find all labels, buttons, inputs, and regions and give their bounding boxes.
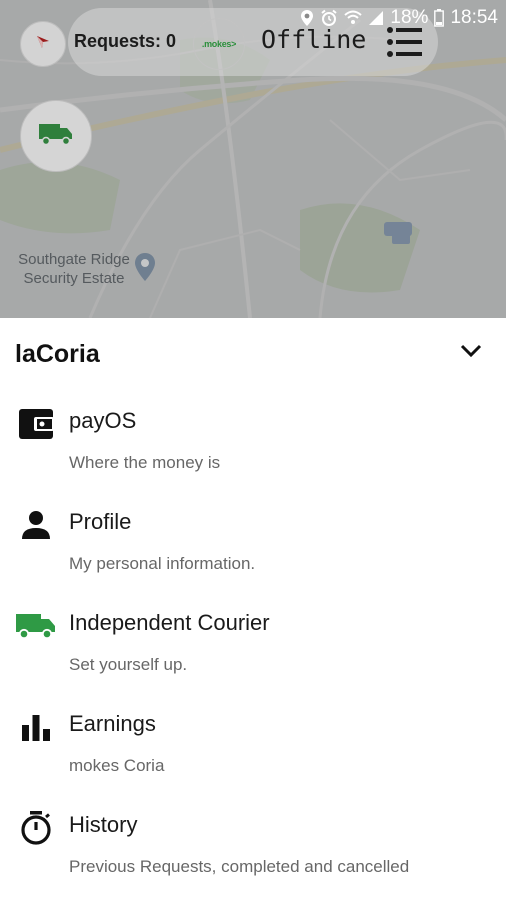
- menu-item-title: History: [69, 812, 138, 837]
- sheet-title: laCoria: [15, 340, 100, 368]
- menu-item-title: payOS: [69, 408, 137, 433]
- compass-icon: [32, 31, 54, 58]
- menu-item-payos[interactable]: payOS Where the money is: [0, 404, 506, 504]
- bottom-sheet-menu: laCoria payOS Where the money is Profile…: [0, 318, 506, 900]
- location-icon: [300, 9, 314, 27]
- menu-item-subtitle: Set yourself up.: [69, 655, 188, 674]
- battery-icon: [434, 9, 445, 27]
- bar-chart-icon: [16, 707, 56, 747]
- truck-icon: [16, 606, 56, 646]
- menu-item-subtitle: Previous Requests, completed and cancell…: [69, 857, 410, 876]
- mokes-logo: .mokes>: [193, 18, 245, 70]
- menu-item-subtitle: My personal information.: [69, 554, 256, 573]
- menu-button[interactable]: [386, 26, 422, 63]
- stopwatch-icon: [16, 808, 56, 848]
- menu-item-title: Profile: [69, 509, 132, 534]
- alarm-icon: [320, 9, 338, 27]
- wifi-icon: [344, 10, 363, 26]
- battery-percent: 18%: [390, 7, 429, 28]
- menu-item-subtitle: Where the money is: [69, 453, 221, 472]
- clock: 18:54: [450, 7, 498, 28]
- menu-item-title: Independent Courier: [69, 610, 270, 635]
- person-icon: [16, 505, 56, 545]
- compass-button[interactable]: [20, 21, 66, 67]
- menu-item-subtitle: mokes Coria: [69, 756, 165, 775]
- map-pin-icon: [134, 252, 156, 287]
- requests-count: Requests: 0: [74, 31, 177, 51]
- wallet-icon: [16, 404, 56, 444]
- list-menu-icon: [386, 27, 422, 62]
- signal-icon: [368, 10, 384, 26]
- truck-icon: [39, 122, 73, 151]
- chevron-down-icon: [458, 344, 484, 364]
- courier-mode-button[interactable]: [20, 100, 92, 172]
- menu-item-profile[interactable]: Profile My personal information.: [0, 505, 506, 605]
- menu-item-history[interactable]: History Previous Requests, completed and…: [0, 808, 506, 908]
- collapse-button[interactable]: [458, 342, 484, 365]
- map-place-label: Southgate Ridge Security Estate: [18, 251, 130, 287]
- menu-item-title: Earnings: [69, 711, 156, 736]
- menu-item-earnings[interactable]: Earnings mokes Coria: [0, 707, 506, 807]
- menu-item-independent-courier[interactable]: Independent Courier Set yourself up.: [0, 606, 506, 706]
- status-bar: 18% 18:54: [300, 6, 498, 30]
